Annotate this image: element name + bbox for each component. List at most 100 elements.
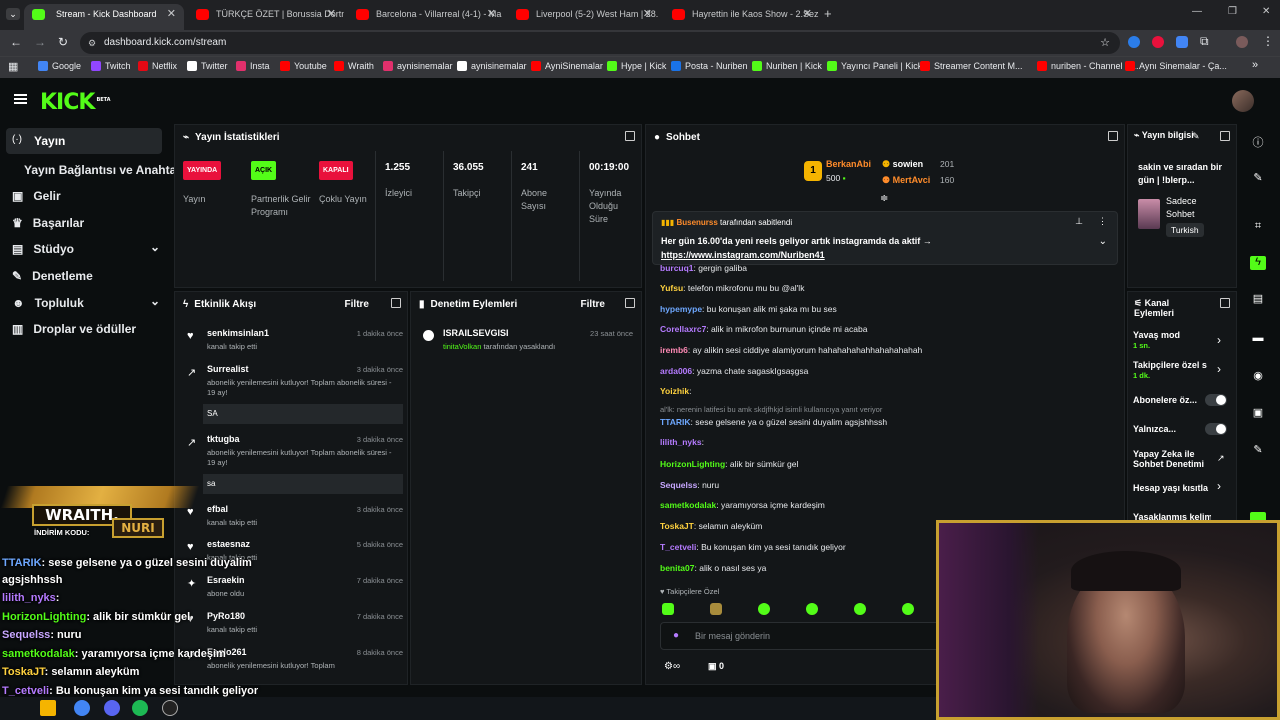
close-tab-icon[interactable]: ✕: [803, 4, 812, 24]
edit-icon[interactable]: ✎: [1192, 131, 1200, 142]
bookmark-item[interactable]: Google: [38, 61, 81, 71]
emote-only-toggle[interactable]: [1205, 423, 1227, 435]
category-name[interactable]: Sadece Sohbet: [1166, 195, 1226, 221]
folder-icon[interactable]: [40, 700, 56, 716]
event-user[interactable]: senkimsinlan1: [207, 328, 269, 338]
chat-username[interactable]: TTARIK: [660, 417, 691, 427]
extension-icon[interactable]: [1176, 36, 1188, 48]
sidebar-item-droplar[interactable]: ▥ Droplar ve ödüller: [12, 322, 136, 336]
bookmark-item[interactable]: aynisinemalar: [383, 61, 453, 71]
extension-icon[interactable]: [1128, 36, 1140, 48]
category-thumbnail[interactable]: [1138, 199, 1160, 229]
chat-username[interactable]: HorizonLighting: [660, 459, 725, 469]
bookmark-star-icon[interactable]: ☆: [1100, 32, 1110, 54]
chat-username[interactable]: lilith_nyks: [660, 437, 702, 447]
tab-kaos-show[interactable]: Hayrettin ile Kaos Show - 2.Sez ✕: [660, 4, 820, 30]
tab-barcelona[interactable]: Barcelona - Villarreal (4-1) - Ma ✕: [344, 4, 504, 30]
bookmark-item[interactable]: Posta - Nuriben: [671, 61, 748, 71]
bookmark-item[interactable]: Twitter: [187, 61, 228, 71]
close-window-icon[interactable]: ✕: [1262, 6, 1270, 17]
chat-username[interactable]: Yufsu: [660, 283, 683, 293]
maximize-icon[interactable]: ❐: [1228, 6, 1237, 17]
emote-icon[interactable]: [710, 603, 722, 615]
ai-moderation-setting[interactable]: Yapay Zeka ile Sohbet Denetimi: [1133, 449, 1205, 469]
url-input[interactable]: ⚙ dashboard.kick.com/stream ☆: [80, 32, 1120, 54]
bookmark-item[interactable]: Aynı Sinemalar - Ça...: [1125, 61, 1227, 71]
close-tab-icon[interactable]: ✕: [643, 4, 652, 24]
event-user[interactable]: estaesnaz: [207, 539, 250, 549]
emote-icon[interactable]: [854, 603, 866, 615]
mic-icon[interactable]: ●: [673, 630, 679, 641]
tab-borussia[interactable]: TÜRKÇE ÖZET | Borussia Dortm ✕: [184, 4, 344, 30]
expand-icon[interactable]: [1220, 298, 1230, 308]
obs-icon[interactable]: [162, 700, 178, 716]
chat-icon[interactable]: ▬: [1250, 332, 1266, 346]
apps-grid-icon[interactable]: ▦: [8, 60, 18, 73]
minimize-icon[interactable]: —: [1192, 6, 1202, 17]
reload-icon[interactable]: ↻: [58, 35, 68, 49]
emote-icon[interactable]: [662, 603, 674, 615]
emote-icon[interactable]: [806, 603, 818, 615]
chevron-right-icon[interactable]: ›: [1217, 333, 1221, 347]
pencil-icon[interactable]: ✎: [1250, 171, 1266, 185]
tab-search-icon[interactable]: ⌄: [6, 8, 20, 20]
info-icon[interactable]: ⓘ: [1250, 134, 1266, 149]
leader-name[interactable]: BerkanAbi: [826, 159, 871, 169]
site-info-icon[interactable]: ⚙: [88, 32, 96, 54]
chat-username[interactable]: Sequelss: [660, 480, 697, 490]
event-user[interactable]: Surrealist: [207, 364, 249, 374]
chat-username[interactable]: sametkodalak: [660, 500, 716, 510]
bookmark-item[interactable]: Twitch: [91, 61, 131, 71]
event-user[interactable]: PyRo180: [207, 611, 245, 621]
expand-icon[interactable]: [1220, 131, 1230, 141]
account-age-setting[interactable]: Hesap yaşı kısıtla: [1133, 483, 1208, 493]
subs-only-toggle[interactable]: [1205, 394, 1227, 406]
extensions-puzzle-icon[interactable]: ⧉: [1200, 34, 1209, 49]
bookmark-item[interactable]: aynisinemalar: [457, 61, 527, 71]
chat-username[interactable]: burcuq1: [660, 263, 694, 273]
expand-icon[interactable]: [391, 298, 401, 308]
close-tab-icon[interactable]: ✕: [327, 4, 336, 24]
chat-username[interactable]: T_cetveli: [660, 542, 696, 552]
bookmark-item[interactable]: Streamer Content M...: [920, 61, 1023, 71]
forward-icon[interactable]: →: [34, 35, 46, 49]
gift-count[interactable]: ▣ 0: [708, 661, 724, 672]
bookmark-item[interactable]: Nuriben | Kick: [752, 61, 822, 71]
chat-username[interactable]: iremb6: [660, 345, 688, 355]
emote-icon[interactable]: [902, 603, 914, 615]
chat-username[interactable]: ToskaJT: [660, 521, 694, 531]
bolt-icon[interactable]: ϟ: [1250, 256, 1266, 270]
bookmark-item[interactable]: Youtube: [280, 61, 327, 71]
tab-liverpool[interactable]: Liverpool (5-2) West Ham | 28. ✕: [504, 4, 660, 30]
new-tab-icon[interactable]: +: [824, 6, 832, 21]
back-icon[interactable]: ←: [10, 35, 22, 49]
profile-avatar-icon[interactable]: [1236, 36, 1248, 48]
extension-icon[interactable]: [1152, 36, 1164, 48]
spotify-icon[interactable]: [132, 700, 148, 716]
sidebar-item-denetleme[interactable]: ✎ Denetleme: [12, 269, 93, 283]
chevron-right-icon[interactable]: ›: [1217, 479, 1221, 493]
filter-button[interactable]: Filtre: [581, 299, 605, 310]
broadcast-icon[interactable]: ◉: [1250, 369, 1266, 383]
more-bookmarks-icon[interactable]: »: [1252, 59, 1258, 71]
emote-icon[interactable]: [758, 603, 770, 615]
hamburger-menu-icon[interactable]: [14, 94, 27, 104]
close-tab-icon[interactable]: ✕: [167, 4, 176, 24]
sidebar-item-gelir[interactable]: ▣ Gelir: [12, 189, 61, 203]
expand-icon[interactable]: [625, 298, 635, 308]
chrome-icon[interactable]: [74, 700, 90, 716]
bookmark-item[interactable]: Netflix: [138, 61, 177, 71]
document-icon[interactable]: ▤: [1250, 292, 1266, 306]
tab-kick-dashboard[interactable]: Stream - Kick Dashboard ✕: [24, 4, 184, 30]
chat-settings-icon[interactable]: ⚙∞: [664, 661, 680, 672]
collapse-leaderboard-icon[interactable]: ≑: [880, 193, 888, 204]
sidebar-item-topluluk[interactable]: ☻ Topluluk ⌄: [12, 294, 160, 310]
chat-username[interactable]: benita07: [660, 563, 695, 573]
chat-username[interactable]: Corellaxrc7: [660, 324, 706, 334]
chevron-right-icon[interactable]: ›: [1217, 362, 1221, 376]
external-link-icon[interactable]: ↗: [1217, 453, 1225, 464]
leader-2[interactable]: ⚉ sowien: [882, 159, 923, 170]
browser-menu-icon[interactable]: ⋮: [1262, 34, 1274, 48]
chat-username[interactable]: Yoizhik: [660, 386, 689, 396]
bookmark-item[interactable]: Wraith: [334, 61, 374, 71]
